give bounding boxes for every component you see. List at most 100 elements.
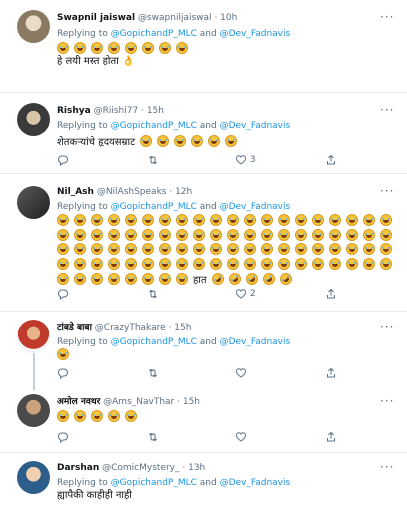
reply-button[interactable] — [57, 366, 69, 380]
laughing-tears-emoji — [159, 273, 171, 285]
author-handle[interactable]: @Ams_NavThar — [103, 397, 174, 407]
laughing-tears-emoji — [312, 214, 324, 226]
author-name[interactable]: टांबडे बाबा — [57, 323, 92, 333]
laughing-tears-emoji — [295, 257, 307, 270]
laughing-tears-emoji — [125, 243, 137, 255]
more-options-icon[interactable]: ··· — [380, 395, 394, 407]
like-button[interactable] — [235, 430, 247, 444]
reply-button[interactable] — [57, 287, 69, 301]
mention-link[interactable]: @Dev_Fadnavis — [220, 121, 291, 131]
avatar[interactable] — [17, 103, 50, 136]
like-count: 3 — [249, 155, 256, 165]
retweet-button[interactable] — [147, 430, 159, 444]
laughing-tears-emoji — [329, 214, 341, 226]
emoji-row — [57, 410, 142, 423]
laughing-tears-emoji — [244, 243, 256, 255]
mention-link[interactable]: @Dev_Fadnavis — [220, 202, 291, 212]
mention-link[interactable]: @GopichandP_MLC — [111, 121, 197, 131]
reply-button[interactable] — [57, 153, 69, 167]
timestamp[interactable]: · 15h — [141, 106, 164, 116]
retweet-icon — [149, 155, 157, 164]
tweet-text: शेतकऱ्यांचे हृदयसम्राट — [57, 137, 136, 148]
avatar[interactable] — [17, 320, 50, 353]
retweet-button[interactable] — [147, 366, 159, 380]
author-name[interactable]: Swapnil jaiswal — [57, 13, 135, 23]
mention-link[interactable]: @GopichandP_MLC — [111, 202, 197, 212]
avatar[interactable] — [17, 186, 50, 219]
avatar[interactable] — [17, 461, 50, 494]
tweet-6[interactable]: Darshan @ComicMystery_ · 13h ··· Replyin… — [0, 453, 407, 507]
laughing-tears-emoji — [329, 257, 341, 270]
share-icon — [327, 431, 335, 441]
laughing-tears-emoji — [74, 243, 86, 255]
more-options-icon[interactable]: ··· — [380, 461, 394, 473]
more-options-icon[interactable]: ··· — [380, 321, 394, 333]
mention-link[interactable]: @Dev_Fadnavis — [220, 337, 291, 347]
mention-link[interactable]: @GopichandP_MLC — [111, 29, 197, 39]
heart-icon — [235, 431, 247, 442]
laughing-tears-emoji — [91, 243, 103, 255]
like-button[interactable] — [235, 366, 247, 380]
more-options-icon[interactable]: ··· — [380, 185, 394, 197]
author-handle[interactable]: @ComicMystery_ — [102, 463, 179, 473]
tweet-2[interactable]: Rishya @Riishi77 · 15h ··· Replying to @… — [0, 93, 407, 173]
more-options-icon[interactable]: ··· — [380, 104, 394, 116]
like-button[interactable]: 2 — [235, 287, 256, 301]
tweet-1[interactable]: Swapnil jaiswal @swapniljaiswal · 10h ··… — [0, 0, 407, 92]
tweet-text: हात — [193, 275, 207, 286]
laughing-tears-emoji — [346, 257, 358, 270]
share-button[interactable] — [325, 366, 337, 380]
mention-link[interactable]: @Dev_Fadnavis — [220, 29, 291, 39]
author-handle[interactable]: @Riishi77 — [94, 106, 139, 116]
laughing-tears-emoji — [193, 214, 205, 226]
heart-icon — [235, 288, 247, 299]
retweet-button[interactable] — [147, 287, 159, 301]
laughing-tears-emoji — [244, 228, 256, 241]
tweet-5[interactable]: अमोल नवथर @Ams_NavThar · 15h ··· — [0, 390, 407, 452]
laughing-tears-emoji — [57, 214, 69, 226]
laughing-tears-emoji — [295, 214, 307, 226]
emoji-row — [57, 228, 397, 242]
avatar[interactable] — [17, 394, 50, 427]
author-name[interactable]: Rishya — [57, 106, 91, 116]
tweet-header: Nil_Ash @NilAshSpeaks · 12h — [57, 186, 192, 198]
author-handle[interactable]: @NilAshSpeaks — [97, 187, 167, 197]
mention-link[interactable]: @GopichandP_MLC — [111, 337, 197, 347]
share-button[interactable] — [325, 287, 337, 301]
author-name[interactable]: अमोल नवथर — [57, 397, 100, 407]
laughing-tears-emoji — [108, 42, 120, 54]
share-button[interactable] — [325, 153, 337, 167]
tweet-header: Swapnil jaiswal @swapniljaiswal · 10h — [57, 12, 237, 24]
replying-to-label: Replying to — [57, 29, 108, 39]
timestamp[interactable]: · 13h — [182, 463, 205, 473]
mention-link[interactable]: @Dev_Fadnavis — [220, 478, 291, 488]
timestamp[interactable]: · 12h — [169, 187, 192, 197]
mention-link[interactable]: @GopichandP_MLC — [111, 478, 197, 488]
tweet-4[interactable]: टांबडे बाबा @CrazyThakare · 15h ··· Repl… — [0, 312, 407, 390]
laughing-tears-emoji — [227, 228, 239, 241]
author-name[interactable]: Nil_Ash — [57, 187, 94, 197]
tweet-3[interactable]: Nil_Ash @NilAshSpeaks · 12h ··· Replying… — [0, 174, 407, 311]
retweet-button[interactable] — [147, 153, 159, 167]
laughing-tears-emoji — [261, 228, 273, 241]
laughing-tears-emoji — [193, 228, 205, 241]
more-options-icon[interactable]: ··· — [380, 11, 394, 23]
author-name[interactable]: Darshan — [57, 463, 99, 473]
avatar[interactable] — [17, 10, 50, 43]
timestamp[interactable]: · 10h — [214, 13, 237, 23]
laughing-tears-emoji — [380, 214, 392, 226]
timestamp[interactable]: · 15h — [169, 323, 192, 333]
laughing-tears-emoji — [312, 257, 324, 270]
share-button[interactable] — [325, 430, 337, 444]
author-handle[interactable]: @swapniljaiswal — [138, 13, 212, 23]
laughing-tears-emoji — [159, 243, 171, 255]
reply-icon — [57, 155, 69, 166]
laughing-tears-emoji — [278, 243, 290, 255]
tweet-header: टांबडे बाबा @CrazyThakare · 15h — [57, 322, 191, 334]
replying-to: Replying to @GopichandP_MLC and @Dev_Fad… — [57, 201, 290, 213]
timestamp[interactable]: · 15h — [177, 397, 200, 407]
reply-button[interactable] — [57, 430, 69, 444]
author-handle[interactable]: @CrazyThakare — [95, 323, 166, 333]
laughing-tears-emoji — [380, 257, 392, 270]
like-button[interactable]: 3 — [235, 153, 256, 167]
